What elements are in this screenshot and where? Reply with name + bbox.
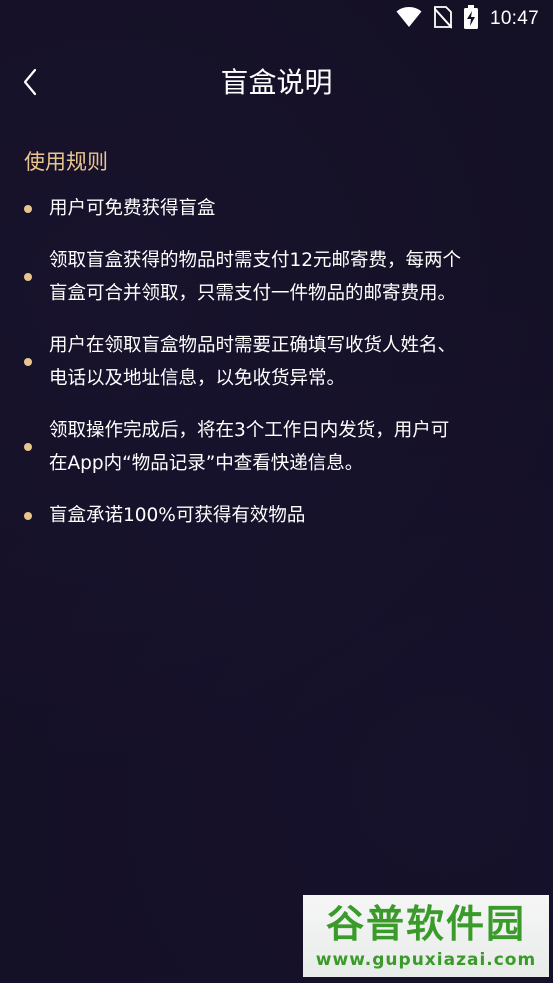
bullet-dot xyxy=(24,511,32,520)
wifi-icon xyxy=(396,6,422,32)
status-icons: 10:47 xyxy=(396,5,539,33)
rule-item: 用户在领取盲盒物品时需要正确填写收货人姓名、 电话以及地址信息，以免收货异常。 xyxy=(24,329,534,395)
rule-line: 用户在领取盲盒物品时需要正确填写收货人姓名、 xyxy=(49,335,457,356)
section-title: 使用规则 xyxy=(24,150,108,174)
page-title: 盲盒说明 xyxy=(220,66,333,99)
rules-list: 用户可免费获得盲盒 领取盲盒获得的物品时需支付12元邮寄费，每两个 盲盒可合并领… xyxy=(24,192,534,551)
rule-line: 领取盲盒获得的物品时需支付12元邮寄费，每两个 xyxy=(49,250,462,271)
no-sim-icon xyxy=(433,5,453,33)
rule-line: 盲盒承诺100%可获得有效物品 xyxy=(49,505,306,526)
rule-item: 盲盒承诺100%可获得有效物品 xyxy=(24,499,534,532)
bullet-dot xyxy=(24,273,32,281)
status-bar: 10:47 xyxy=(0,0,553,38)
bullet-dot xyxy=(24,358,32,366)
rule-line: 电话以及地址信息，以免收货异常。 xyxy=(49,368,346,389)
rule-item: 领取操作完成后，将在3个工作日内发货，用户可 在App内“物品记录”中查看快递信… xyxy=(24,414,534,480)
bullet-dot xyxy=(24,204,32,213)
rule-item: 用户可免费获得盲盒 xyxy=(24,192,534,225)
watermark-url: www.gupuxiazai.com xyxy=(315,950,537,970)
watermark: 谷普软件园 www.gupuxiazai.com xyxy=(303,895,549,977)
bullet-dot xyxy=(24,443,32,451)
rule-line: 领取操作完成后，将在3个工作日内发货，用户可 xyxy=(49,420,450,441)
rule-line: 在App内“物品记录”中查看快递信息。 xyxy=(49,453,364,474)
rule-line: 盲盒可合并领取，只需支付一件物品的邮寄费用。 xyxy=(49,283,457,304)
rule-item: 领取盲盒获得的物品时需支付12元邮寄费，每两个 盲盒可合并领取，只需支付一件物品… xyxy=(24,244,534,310)
battery-charging-icon xyxy=(463,5,478,33)
nav-bar: 盲盒说明 xyxy=(0,50,553,116)
rule-line: 用户可免费获得盲盒 xyxy=(49,198,216,219)
watermark-logo: 谷普软件园 xyxy=(325,902,526,946)
status-time: 10:47 xyxy=(489,8,539,29)
